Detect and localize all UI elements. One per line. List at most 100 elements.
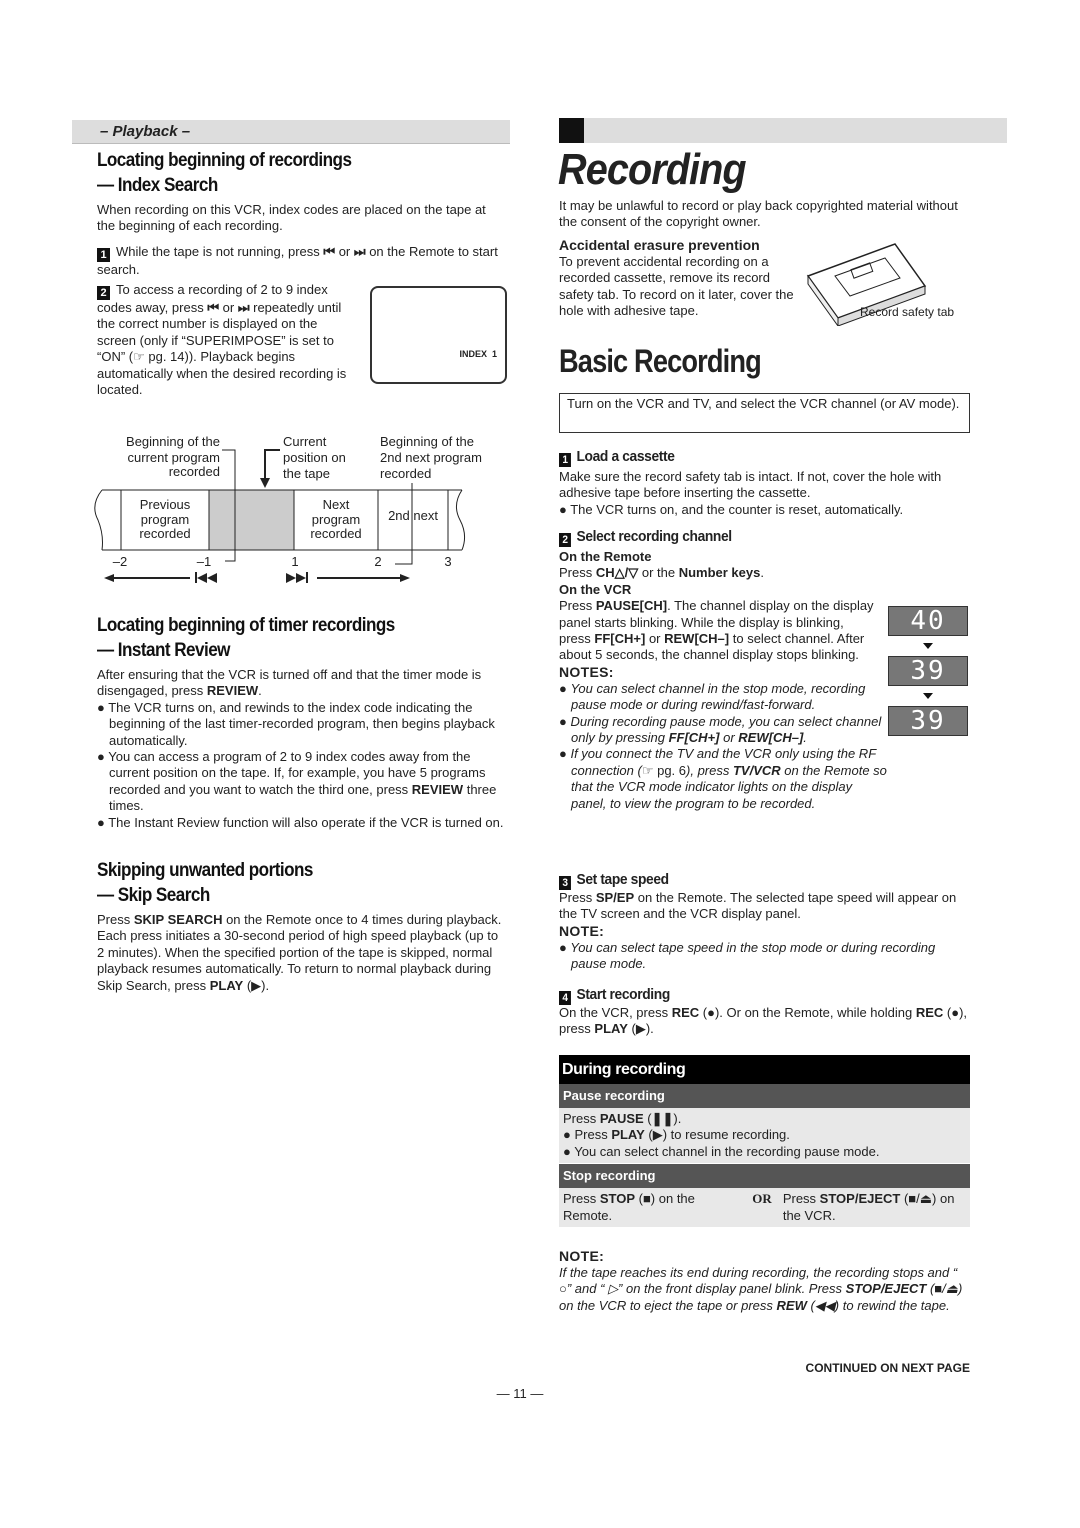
instant-review-intro: After ensuring that the VCR is turned of…: [97, 667, 482, 699]
text-fragment: Press PAUSE (❚❚).: [563, 1111, 682, 1126]
text-fragment: ⏭: [353, 244, 366, 259]
instruction-box: Turn on the VCR and TV, and select the V…: [559, 393, 970, 433]
text-fragment: program: [312, 512, 360, 527]
text-fragment: REVIEW: [411, 781, 464, 797]
text-fragment: STOP/EJECT: [819, 1191, 901, 1207]
text-fragment: — Instant Review: [97, 640, 230, 661]
text-fragment: 1 Load a cassette: [559, 447, 938, 467]
text-fragment: Next program recorded: [310, 497, 361, 541]
text-fragment: STOP: [599, 1191, 636, 1207]
text-fragment: CH△/▽: [595, 565, 639, 581]
text-fragment: 1: [559, 453, 571, 467]
text-fragment: 2 Select recording channel: [559, 527, 945, 547]
text-fragment: 4: [559, 991, 571, 1005]
text-fragment: ● You can select tape speed in the stop …: [559, 939, 936, 972]
page-number: — 11 —: [496, 1386, 544, 1401]
text-fragment: Press CH△/▽ or the Number keys.: [559, 565, 764, 581]
text-fragment: Beginning of the current program recorded …: [94, 434, 482, 583]
text-fragment: ⏮: [323, 244, 336, 259]
text-fragment: [264, 449, 280, 478]
text-fragment: Start recording: [576, 986, 670, 1003]
stop-recording-header: Stop recording: [559, 1164, 970, 1189]
text-fragment: Current: [283, 434, 327, 449]
tick: 2: [374, 554, 381, 569]
cassette-illustration: Record safety tab: [806, 243, 954, 326]
bullet-item: ● The Instant Review function will also …: [97, 814, 504, 830]
channel-display-blinking: 39: [888, 656, 968, 686]
tick: 1: [291, 554, 298, 569]
tick: –2: [113, 554, 127, 569]
text-fragment: recorded: [310, 526, 361, 541]
copyright-notice: It may be unlawful to record or play bac…: [559, 198, 958, 230]
pause-recording-body: Press PAUSE (❚❚). ● Press PLAY (▶) to re…: [559, 1108, 970, 1164]
text-fragment: program: [141, 512, 189, 527]
step-text: To access a recording of 2 to 9 index co…: [97, 282, 347, 398]
text-fragment: On the VCR, press REC (●). Or on the Rem…: [559, 1005, 968, 1037]
channel-display-blinking: 40: [888, 606, 968, 636]
text-fragment: ● You can select channel in the stop mod…: [559, 680, 866, 713]
text-fragment: ● During recording pause mode, you can s…: [559, 713, 882, 746]
text-fragment: Select recording channel: [576, 528, 732, 545]
notes-label: NOTES:: [559, 663, 614, 680]
tick: 3: [444, 554, 451, 569]
text-fragment: Skipping unwanted portions: [97, 860, 313, 881]
text-fragment: [209, 490, 294, 550]
text-fragment: TV/VCR: [732, 762, 781, 778]
text-fragment: (◀◀) to rewind the tape.: [806, 1297, 950, 1313]
text-fragment: [286, 573, 296, 583]
screen-index-text: INDEX 1: [459, 348, 497, 359]
text-fragment: [260, 478, 270, 488]
step-number: 1: [97, 248, 110, 262]
text-fragment: recorded: [380, 466, 431, 481]
text-fragment: ● Press PLAY (▶) to resume recording.: [563, 1127, 790, 1143]
text-fragment: REC: [671, 1005, 700, 1020]
text-fragment: Set tape speed: [576, 871, 669, 888]
section-bar: – Playback –: [72, 120, 510, 144]
text-fragment: — Skip Search: [97, 885, 210, 906]
text-fragment: You can select channel in the stop mode,…: [570, 680, 866, 713]
text-fragment: [400, 574, 410, 582]
step-text: While the tape is not running, press ⏮ o…: [97, 244, 498, 277]
title-marker: [559, 118, 584, 143]
step-start-recording: 4 Start recording On the VCR, press REC (…: [559, 985, 971, 1038]
tv-screen-illustration: INDEX 1: [370, 286, 507, 384]
label-2nd-begin: Beginning of the 2nd next program recorded: [380, 434, 482, 481]
text-fragment: ● The VCR turns on, and the counter is r…: [559, 501, 904, 517]
index-search-heading: Locating beginning of recordings — Index…: [97, 148, 493, 198]
step-number: 2: [97, 286, 110, 300]
tick: –1: [197, 554, 211, 569]
arrow-down-icon: [923, 643, 933, 649]
text-fragment: Beginning of the: [126, 434, 220, 449]
text-fragment: ❚❚: [651, 1111, 674, 1126]
step-select-channel: 2 Select recording channel On the Remote …: [559, 527, 887, 812]
text-fragment: PAUSE[CH]: [595, 598, 668, 614]
index-diagram: Beginning of the current program recorded …: [94, 434, 482, 583]
skip-forward-icon: [286, 572, 308, 583]
text-fragment: Previous program recorded: [139, 497, 190, 541]
text-fragment: [296, 573, 306, 583]
text-fragment: ⏮: [207, 300, 220, 315]
text-fragment: REVIEW: [206, 683, 259, 699]
text-fragment: On the VCR: [559, 581, 632, 597]
text-fragment: REW: [776, 1297, 807, 1313]
text-fragment: ⏭: [237, 300, 250, 315]
during-recording-title: During recording: [559, 1055, 970, 1084]
text-fragment: [94, 489, 103, 551]
text-fragment: PLAY: [611, 1127, 645, 1143]
text-fragment: PLAY: [209, 977, 244, 993]
text-fragment: ● You can select channel in the recordin…: [563, 1143, 880, 1159]
text-fragment: 2nd next: [388, 508, 438, 523]
text-fragment: Make sure the record safety tab is intac…: [559, 469, 942, 501]
text-fragment: Locating beginning of timer recordings: [97, 615, 395, 636]
text-fragment: OR: [752, 1191, 772, 1207]
text-fragment: the tape: [283, 466, 330, 481]
skip-back-icon: [195, 572, 217, 583]
during-recording-table: During recording Pause recording Press P…: [559, 1055, 970, 1228]
page-title: Recording: [558, 145, 747, 194]
bullet-item: ● You can access a program of 2 to 9 ind…: [97, 749, 497, 814]
text-fragment: FF[CH+]: [594, 631, 646, 647]
text-fragment: 3 Set tape speed: [559, 870, 938, 890]
text-fragment: ● If you connect the TV and the VCR only…: [559, 746, 887, 811]
text-fragment: Press SP/EP on the Remote. The selected …: [559, 890, 957, 922]
text-fragment: or: [719, 730, 739, 746]
